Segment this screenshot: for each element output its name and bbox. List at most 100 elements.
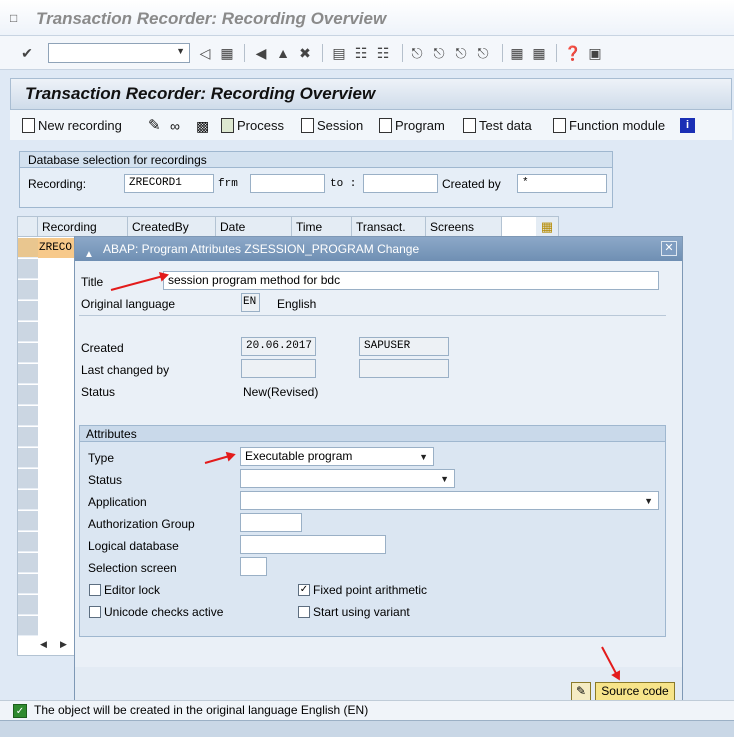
document-icon bbox=[553, 118, 566, 133]
chevron-down-icon[interactable]: ▼ bbox=[440, 471, 449, 488]
type-select[interactable]: Executable program ▼ bbox=[240, 447, 434, 466]
source-code-button[interactable]: Source code bbox=[595, 682, 675, 701]
title-field[interactable]: session program method for bdc bbox=[163, 271, 659, 290]
first-page-icon[interactable]: ⎋ bbox=[408, 44, 426, 62]
selection-screen-label: Selection screen bbox=[88, 561, 177, 575]
edit-pencil-icon[interactable]: ✎ bbox=[571, 682, 591, 701]
column-header-transaction[interactable]: Transact. bbox=[352, 217, 426, 237]
find-next-icon[interactable]: ☷ bbox=[374, 44, 392, 62]
row-selector[interactable] bbox=[18, 448, 38, 468]
created-date-field[interactable]: 20.06.2017 bbox=[241, 337, 316, 356]
row-selector-header[interactable] bbox=[18, 217, 38, 237]
row-selector[interactable] bbox=[18, 343, 38, 363]
logical-database-field[interactable] bbox=[240, 535, 386, 554]
row-selector[interactable] bbox=[18, 553, 38, 573]
start-variant-checkbox[interactable] bbox=[298, 606, 310, 618]
close-icon[interactable]: ✕ bbox=[661, 241, 677, 256]
row-selector[interactable] bbox=[18, 595, 38, 615]
row-selector[interactable] bbox=[18, 574, 38, 594]
recording-from-field[interactable] bbox=[250, 174, 325, 193]
scroll-left-icon[interactable]: ◀ bbox=[40, 639, 47, 650]
next-page-icon[interactable]: ⎋ bbox=[452, 44, 470, 62]
shortcut-icon[interactable]: ▦ bbox=[530, 44, 548, 62]
row-selector[interactable] bbox=[18, 469, 38, 489]
save-icon[interactable]: ▦ bbox=[218, 44, 236, 62]
session-button[interactable]: Session bbox=[301, 117, 363, 135]
chevron-down-icon[interactable]: ▼ bbox=[176, 46, 185, 56]
original-language-label: Original language bbox=[81, 297, 176, 311]
window-menu-icon[interactable]: □ bbox=[10, 12, 24, 24]
fixed-point-checkbox[interactable]: ✓ bbox=[298, 584, 310, 596]
column-header-time[interactable]: Time bbox=[292, 217, 352, 237]
row-selector[interactable] bbox=[18, 259, 38, 279]
column-settings-icon[interactable]: ▦ bbox=[536, 217, 558, 237]
editor-lock-checkbox[interactable] bbox=[89, 584, 101, 596]
glasses-icon[interactable]: ∞ bbox=[170, 117, 180, 135]
recording-field[interactable]: ZRECORD1 bbox=[124, 174, 214, 193]
row-selector[interactable] bbox=[18, 511, 38, 531]
row-selector[interactable] bbox=[18, 385, 38, 405]
page-title: Transaction Recorder: Recording Overview bbox=[25, 84, 376, 103]
new-recording-button[interactable]: New recording bbox=[22, 117, 122, 135]
row-selector[interactable] bbox=[18, 490, 38, 510]
info-icon[interactable]: i bbox=[680, 118, 695, 133]
prev-page-icon[interactable]: ⎋ bbox=[430, 44, 448, 62]
original-language-field[interactable]: EN bbox=[241, 293, 260, 312]
column-header-date[interactable]: Date bbox=[216, 217, 292, 237]
application-select[interactable]: ▼ bbox=[240, 491, 659, 510]
row-selector[interactable] bbox=[18, 616, 38, 636]
status-select[interactable]: ▼ bbox=[240, 469, 455, 488]
document-icon bbox=[22, 118, 35, 133]
chevron-down-icon[interactable]: ▼ bbox=[419, 449, 428, 466]
unicode-checkbox[interactable] bbox=[89, 606, 101, 618]
find-icon[interactable]: ☷ bbox=[352, 44, 370, 62]
command-field[interactable]: ▼ bbox=[48, 43, 190, 63]
authorization-group-field[interactable] bbox=[240, 513, 302, 532]
scroll-right-icon[interactable]: ▶ bbox=[60, 639, 67, 650]
row-selector[interactable] bbox=[18, 238, 38, 258]
process-button[interactable]: Process bbox=[221, 117, 284, 135]
row-selector[interactable] bbox=[18, 364, 38, 384]
selection-screen-field[interactable] bbox=[240, 557, 267, 576]
table-cell-recording[interactable]: ZRECO bbox=[38, 238, 76, 258]
row-selector[interactable] bbox=[18, 280, 38, 300]
row-selector[interactable] bbox=[18, 532, 38, 552]
dialog-menu-icon[interactable]: ▲ bbox=[84, 243, 94, 267]
column-header-createdby[interactable]: CreatedBy bbox=[128, 217, 216, 237]
customize-icon[interactable]: ▣ bbox=[586, 44, 604, 62]
back-nav-icon[interactable]: ◀ bbox=[252, 44, 270, 62]
database-selection-box: Database selection for recordings Record… bbox=[19, 151, 613, 208]
column-header-screens[interactable]: Screens bbox=[426, 217, 502, 237]
chevron-down-icon[interactable]: ▼ bbox=[644, 493, 653, 510]
last-changed-date-field[interactable] bbox=[241, 359, 316, 378]
recording-to-field[interactable] bbox=[363, 174, 438, 193]
program-button[interactable]: Program bbox=[379, 117, 445, 135]
help-icon[interactable]: ❓ bbox=[564, 44, 582, 62]
to-label: to : bbox=[330, 178, 357, 190]
back-icon[interactable]: ◁ bbox=[196, 44, 214, 62]
row-selector[interactable] bbox=[18, 406, 38, 426]
attributes-caption: Attributes bbox=[80, 426, 665, 442]
fixed-point-label: Fixed point arithmetic bbox=[313, 583, 428, 597]
pencil-icon[interactable]: ✎ bbox=[148, 117, 161, 135]
trash-icon[interactable]: ▩ bbox=[196, 117, 209, 135]
print-icon[interactable]: ▤ bbox=[330, 44, 348, 62]
status-value: New(Revised) bbox=[243, 385, 319, 399]
created-by-field[interactable]: * bbox=[517, 174, 607, 193]
enter-icon[interactable]: ✔ bbox=[18, 44, 36, 62]
exit-icon[interactable]: ▲ bbox=[274, 44, 292, 62]
last-page-icon[interactable]: ⎋ bbox=[474, 44, 492, 62]
last-changed-user-field[interactable] bbox=[359, 359, 449, 378]
function-module-button[interactable]: Function module bbox=[553, 117, 665, 135]
toolbar-separator bbox=[244, 44, 245, 62]
test-data-button[interactable]: Test data bbox=[463, 117, 532, 135]
row-selector[interactable] bbox=[18, 322, 38, 342]
new-session-icon[interactable]: ▦ bbox=[508, 44, 526, 62]
cancel-icon[interactable]: ✖ bbox=[296, 44, 314, 62]
start-variant-label: Start using variant bbox=[313, 605, 410, 619]
row-selector[interactable] bbox=[18, 427, 38, 447]
column-header-recording[interactable]: Recording bbox=[38, 217, 128, 237]
program-attributes-dialog: ▲ ABAP: Program Attributes ZSESSION_PROG… bbox=[74, 236, 683, 708]
row-selector[interactable] bbox=[18, 301, 38, 321]
created-user-field[interactable]: SAPUSER bbox=[359, 337, 449, 356]
